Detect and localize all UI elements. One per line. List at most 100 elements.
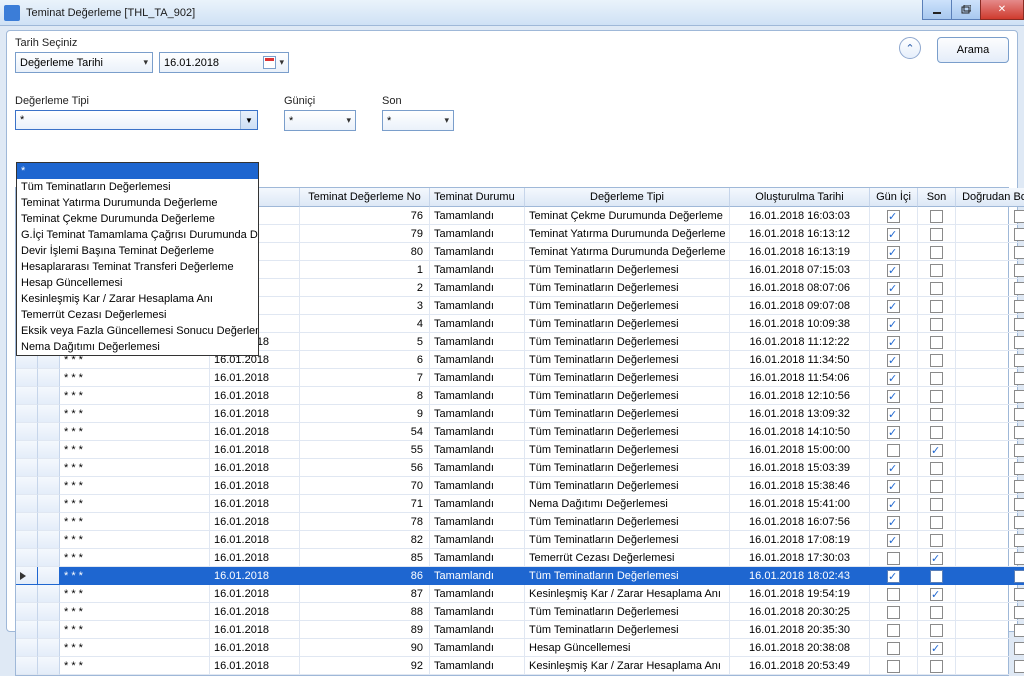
table-row[interactable]: * * *16.01.201854TamamlandıTüm Teminatla… (16, 423, 1008, 441)
table-row[interactable]: * * *16.01.201871TamamlandıNema Dağıtımı… (16, 495, 1008, 513)
checkbox-borclandirma[interactable] (1014, 552, 1024, 565)
checkbox-son[interactable] (930, 372, 943, 385)
checkbox-gunici[interactable] (887, 624, 900, 637)
dropdown-option[interactable]: Eksik veya Fazla Güncellemesi Sonucu Değ… (17, 323, 258, 339)
grid-header-no[interactable]: Teminat Değerleme No (300, 188, 430, 207)
checkbox-gunici[interactable] (887, 480, 900, 493)
checkbox-borclandirma[interactable] (1014, 264, 1024, 277)
checkbox-son[interactable] (930, 336, 943, 349)
dropdown-option[interactable]: Kesinleşmiş Kar / Zarar Hesaplama Anı (17, 291, 258, 307)
checkbox-borclandirma[interactable] (1014, 336, 1024, 349)
checkbox-borclandirma[interactable] (1014, 318, 1024, 331)
dropdown-option[interactable]: Hesap Güncellemesi (17, 275, 258, 291)
checkbox-gunici[interactable] (887, 534, 900, 547)
checkbox-borclandirma[interactable] (1014, 390, 1024, 403)
checkbox-gunici[interactable] (887, 660, 900, 673)
grid-header-status[interactable]: Teminat Durumu (430, 188, 525, 207)
checkbox-borclandirma[interactable] (1014, 246, 1024, 259)
table-row[interactable]: * * *16.01.201856TamamlandıTüm Teminatla… (16, 459, 1008, 477)
checkbox-borclandirma[interactable] (1014, 498, 1024, 511)
checkbox-gunici[interactable] (887, 390, 900, 403)
checkbox-son[interactable] (930, 246, 943, 259)
checkbox-borclandirma[interactable] (1014, 372, 1024, 385)
checkbox-son[interactable] (930, 642, 943, 655)
checkbox-son[interactable] (930, 534, 943, 547)
minimize-button[interactable] (922, 0, 952, 20)
checkbox-son[interactable] (930, 444, 943, 457)
checkbox-borclandirma[interactable] (1014, 228, 1024, 241)
checkbox-borclandirma[interactable] (1014, 588, 1024, 601)
checkbox-gunici[interactable] (887, 372, 900, 385)
type-filter-select[interactable]: * ▼ (15, 110, 258, 130)
dropdown-option[interactable]: G.İçi Teminat Tamamlama Çağrısı Durumund… (17, 227, 258, 243)
checkbox-borclandirma[interactable] (1014, 282, 1024, 295)
dropdown-option[interactable]: Teminat Yatırma Durumunda Değerleme (17, 195, 258, 211)
table-row[interactable]: * * *16.01.201888TamamlandıTüm Teminatla… (16, 603, 1008, 621)
checkbox-son[interactable] (930, 588, 943, 601)
grid-header-borclandirma[interactable]: Doğrudan Borçlandırma (956, 188, 1024, 207)
checkbox-borclandirma[interactable] (1014, 606, 1024, 619)
checkbox-borclandirma[interactable] (1014, 624, 1024, 637)
type-filter-dropdown-list[interactable]: *Tüm Teminatların DeğerlemesiTeminat Yat… (16, 162, 259, 356)
table-row[interactable]: * * *16.01.20189TamamlandıTüm Teminatlar… (16, 405, 1008, 423)
checkbox-gunici[interactable] (887, 246, 900, 259)
checkbox-borclandirma[interactable] (1014, 444, 1024, 457)
checkbox-borclandirma[interactable] (1014, 426, 1024, 439)
checkbox-gunici[interactable] (887, 282, 900, 295)
dropdown-option[interactable]: * (17, 163, 258, 179)
table-row[interactable]: * * *16.01.201892TamamlandıKesinleşmiş K… (16, 657, 1008, 675)
checkbox-son[interactable] (930, 210, 943, 223)
collapse-toggle[interactable]: ⌃ (899, 37, 921, 59)
checkbox-borclandirma[interactable] (1014, 516, 1024, 529)
table-row[interactable]: * * *16.01.201886TamamlandıTüm Teminatla… (16, 567, 1008, 585)
checkbox-borclandirma[interactable] (1014, 210, 1024, 223)
checkbox-borclandirma[interactable] (1014, 570, 1024, 583)
checkbox-gunici[interactable] (887, 588, 900, 601)
checkbox-son[interactable] (930, 264, 943, 277)
checkbox-gunici[interactable] (887, 264, 900, 277)
date-picker[interactable]: 16.01.2018 ▾ (159, 52, 289, 73)
table-row[interactable]: * * *16.01.201878TamamlandıTüm Teminatla… (16, 513, 1008, 531)
checkbox-son[interactable] (930, 516, 943, 529)
grid-header-gunici[interactable]: Gün İçi (870, 188, 918, 207)
table-row[interactable]: * * *16.01.201855TamamlandıTüm Teminatla… (16, 441, 1008, 459)
checkbox-gunici[interactable] (887, 318, 900, 331)
checkbox-borclandirma[interactable] (1014, 408, 1024, 421)
table-row[interactable]: * * *16.01.201882TamamlandıTüm Teminatla… (16, 531, 1008, 549)
son-filter-select[interactable]: * ▾ (382, 110, 454, 131)
checkbox-gunici[interactable] (887, 498, 900, 511)
checkbox-gunici[interactable] (887, 570, 900, 583)
table-row[interactable]: * * *16.01.201889TamamlandıTüm Teminatla… (16, 621, 1008, 639)
checkbox-son[interactable] (930, 570, 943, 583)
table-row[interactable]: * * *16.01.20187TamamlandıTüm Teminatlar… (16, 369, 1008, 387)
dropdown-option[interactable]: Tüm Teminatların Değerlemesi (17, 179, 258, 195)
close-button[interactable]: ✕ (980, 0, 1024, 20)
checkbox-gunici[interactable] (887, 606, 900, 619)
grid-header-type[interactable]: Değerleme Tipi (525, 188, 730, 207)
search-button[interactable]: Arama (937, 37, 1009, 63)
date-type-select[interactable]: Değerleme Tarihi ▾ (15, 52, 153, 73)
grid-header-son[interactable]: Son (918, 188, 956, 207)
dropdown-option[interactable]: Teminat Çekme Durumunda Değerleme (17, 211, 258, 227)
checkbox-son[interactable] (930, 390, 943, 403)
checkbox-gunici[interactable] (887, 210, 900, 223)
dropdown-option[interactable]: Nema Dağıtımı Değerlemesi (17, 339, 258, 355)
grid-header-created[interactable]: Oluşturulma Tarihi (730, 188, 870, 207)
gunici-filter-select[interactable]: * ▾ (284, 110, 356, 131)
checkbox-son[interactable] (930, 462, 943, 475)
checkbox-son[interactable] (930, 426, 943, 439)
table-row[interactable]: * * *16.01.201885TamamlandıTemerrüt Ceza… (16, 549, 1008, 567)
checkbox-gunici[interactable] (887, 642, 900, 655)
checkbox-gunici[interactable] (887, 408, 900, 421)
checkbox-son[interactable] (930, 408, 943, 421)
checkbox-son[interactable] (930, 480, 943, 493)
checkbox-borclandirma[interactable] (1014, 642, 1024, 655)
checkbox-son[interactable] (930, 300, 943, 313)
checkbox-gunici[interactable] (887, 336, 900, 349)
checkbox-gunici[interactable] (887, 426, 900, 439)
checkbox-gunici[interactable] (887, 228, 900, 241)
dropdown-option[interactable]: Hesaplararası Teminat Transferi Değerlem… (17, 259, 258, 275)
checkbox-son[interactable] (930, 624, 943, 637)
restore-button[interactable] (951, 0, 981, 20)
checkbox-son[interactable] (930, 228, 943, 241)
